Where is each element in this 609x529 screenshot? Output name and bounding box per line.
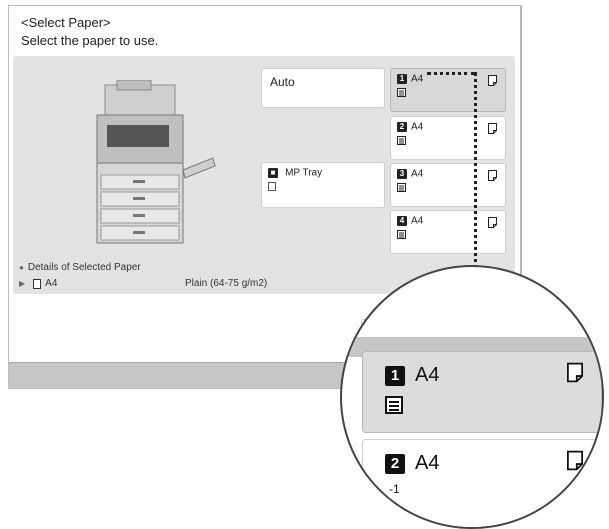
drawer-3-button[interactable]: 3 A4 bbox=[390, 163, 506, 207]
paper-orientation-icon bbox=[488, 217, 497, 228]
callout-dotted-line bbox=[427, 72, 475, 75]
drawer-number-badge: 1 bbox=[385, 365, 405, 386]
paper-sheet-icon bbox=[33, 278, 42, 289]
partial-stack-mark: -1 bbox=[389, 482, 400, 496]
mp-tray-number-badge: ■ bbox=[268, 168, 278, 179]
paper-orientation-icon bbox=[488, 170, 497, 181]
mp-tray-label: MP Tray bbox=[285, 167, 323, 179]
magnified-drawer-2-button[interactable]: 2 A4 -1 bbox=[362, 439, 602, 527]
magnified-callout: 1 A4 2 A4 -1 bbox=[340, 265, 604, 529]
paper-orientation-icon bbox=[488, 75, 497, 86]
screen-title: <Select Paper> bbox=[21, 15, 111, 30]
mp-tray-button[interactable]: ■ MP Tray bbox=[261, 162, 385, 208]
paper-stack-icon bbox=[397, 183, 406, 192]
paper-orientation-icon bbox=[567, 362, 583, 383]
drawer-number-badge: 2 bbox=[397, 122, 407, 133]
paper-stack-icon bbox=[385, 396, 403, 414]
mp-paper-icon bbox=[268, 182, 276, 191]
auto-label: Auto bbox=[270, 75, 295, 89]
printer-illustration bbox=[96, 80, 216, 244]
drawer-number-badge: 4 bbox=[397, 216, 407, 227]
drawer-number-badge: 3 bbox=[397, 169, 407, 180]
magnified-drawer-1-button[interactable]: 1 A4 bbox=[362, 351, 602, 433]
drawer-paper-size: A4 bbox=[415, 452, 440, 474]
callout-dotted-line bbox=[474, 72, 477, 276]
drawer-paper-size: A4 bbox=[411, 168, 424, 180]
drawer-paper-size: A4 bbox=[415, 364, 440, 386]
auto-button[interactable]: Auto bbox=[261, 68, 385, 108]
paper-stack-icon bbox=[397, 230, 406, 239]
paper-stack-icon bbox=[397, 136, 406, 145]
drawer-number-badge: 1 bbox=[397, 74, 407, 85]
drawer-2-button[interactable]: 2 A4 bbox=[390, 116, 506, 160]
screen-subtitle: Select the paper to use. bbox=[21, 33, 159, 48]
paper-orientation-icon bbox=[488, 123, 497, 134]
drawer-paper-size: A4 bbox=[411, 121, 424, 133]
details-label: ● Details of Selected Paper bbox=[19, 262, 141, 273]
drawer-paper-size: A4 bbox=[411, 215, 424, 227]
paper-orientation-icon bbox=[567, 450, 583, 471]
details-paper-size: ▶ A4 bbox=[19, 278, 58, 289]
details-paper-type: Plain (64-75 g/m2) bbox=[185, 278, 268, 289]
paper-stack-icon bbox=[397, 88, 406, 97]
drawer-4-button[interactable]: 4 A4 bbox=[390, 210, 506, 254]
drawer-number-badge: 2 bbox=[385, 453, 405, 474]
drawer-paper-size: A4 bbox=[411, 73, 424, 85]
